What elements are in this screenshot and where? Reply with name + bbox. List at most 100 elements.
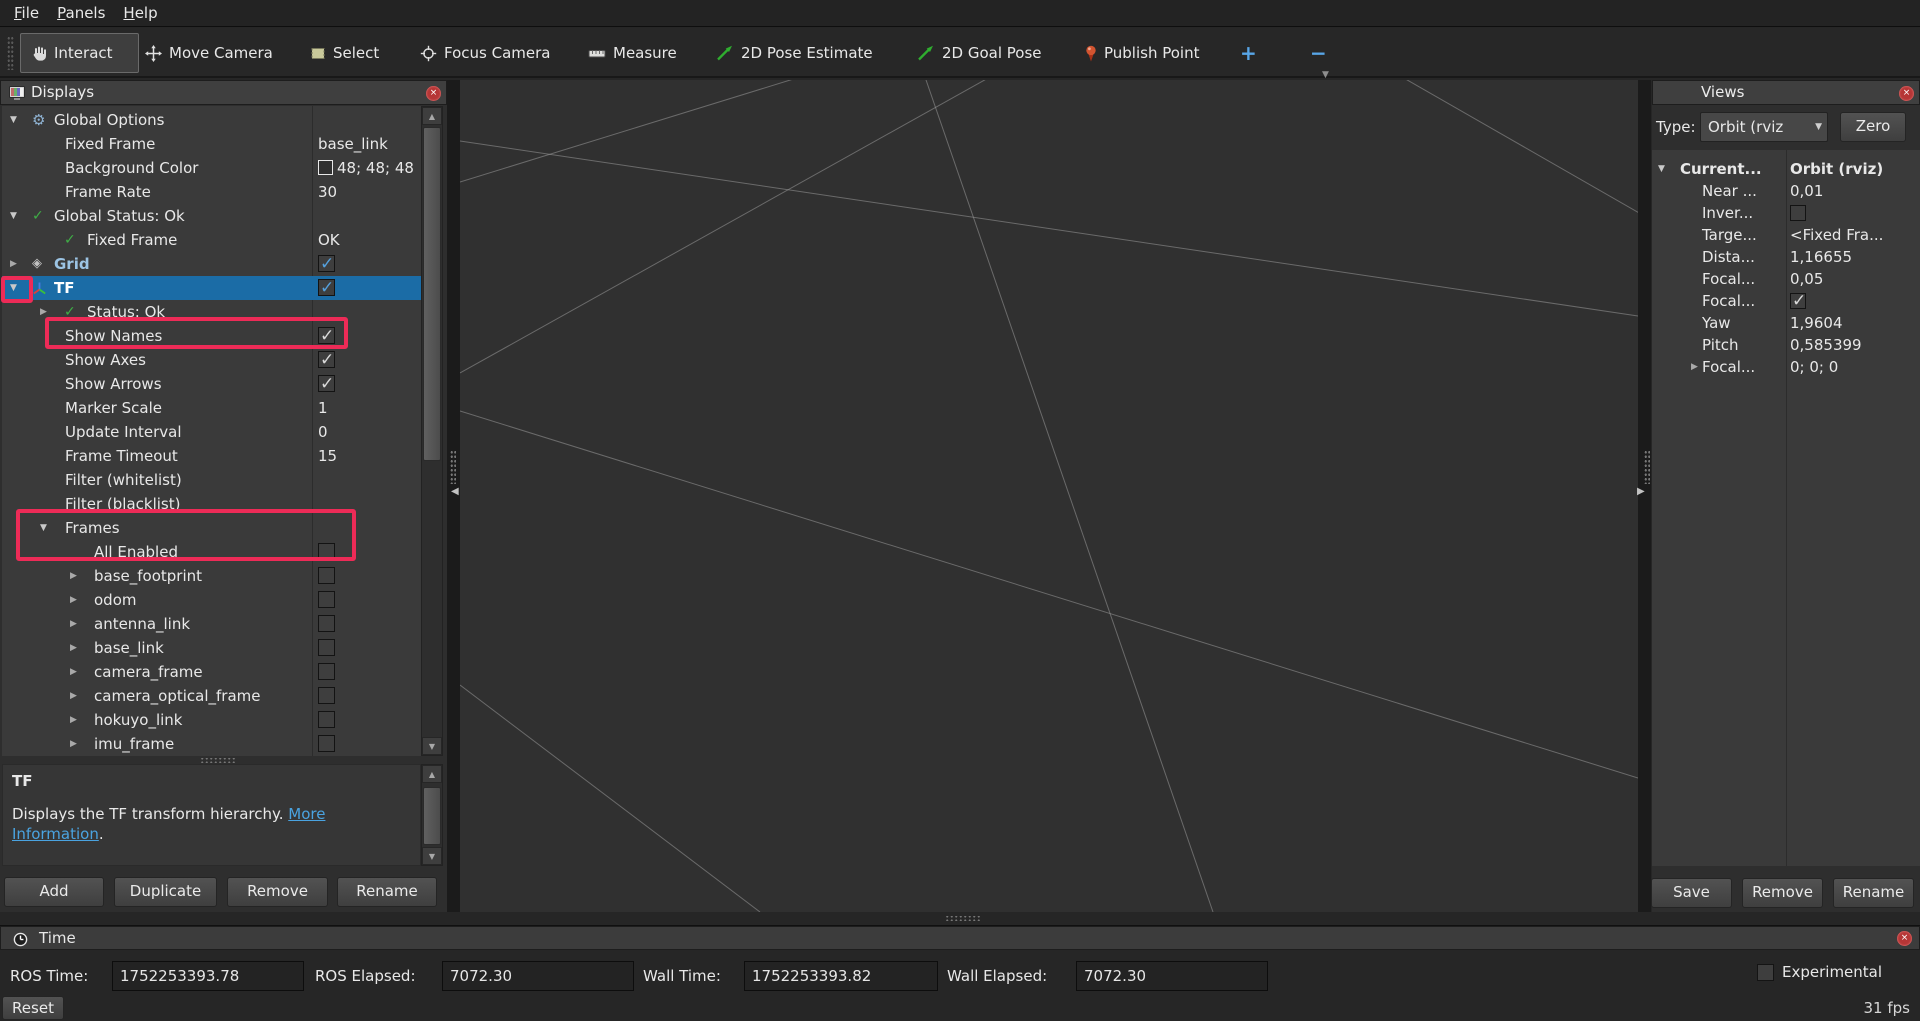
displays-row-imu-frame[interactable]: ▶imu_frame (2, 732, 421, 756)
tool-2d-pose-estimate[interactable]: 2D Pose Estimate (716, 33, 873, 73)
expander-closed-icon[interactable]: ▶ (70, 564, 77, 588)
displays-row-odom[interactable]: ▶odom (2, 588, 421, 612)
time-title-bar[interactable]: Time × (0, 926, 1920, 950)
expander-open-icon[interactable]: ▼ (10, 276, 17, 300)
row-checkbox[interactable] (318, 687, 335, 704)
views-row-current-0[interactable]: ▼Current...Orbit (rviz) (1652, 158, 1920, 180)
expander-open-icon[interactable]: ▼ (1658, 158, 1665, 180)
displays-row-show-names[interactable]: Show Names (2, 324, 421, 348)
time-close-icon[interactable]: × (1897, 931, 1912, 946)
row-checkbox[interactable] (1790, 205, 1806, 221)
scroll-down-icon[interactable]: ▼ (422, 847, 442, 865)
displays-row-frame-rate[interactable]: Frame Rate30 (2, 180, 421, 204)
duplicate-button[interactable]: Duplicate (114, 877, 217, 907)
left-splitter-dots[interactable] (450, 450, 456, 484)
experimental-checkbox[interactable] (1757, 964, 1774, 981)
displays-row-camera-optical-frame[interactable]: ▶camera_optical_frame (2, 684, 421, 708)
displays-row-status-ok[interactable]: ▶✓Status: Ok (2, 300, 421, 324)
displays-scrollbar[interactable]: ▲ ▼ (421, 106, 443, 756)
expander-closed-icon[interactable]: ▶ (70, 684, 77, 708)
views-row-near-1[interactable]: Near ...0,01 (1652, 180, 1920, 202)
views-row-focal-5[interactable]: Focal...0,05 (1652, 268, 1920, 290)
views-row-pitch-8[interactable]: Pitch0,585399 (1652, 334, 1920, 356)
views-row-targe-3[interactable]: Targe...<Fixed Fra... (1652, 224, 1920, 246)
zero-button[interactable]: Zero (1840, 112, 1906, 142)
scroll-up-icon[interactable]: ▲ (422, 107, 442, 125)
displays-row-fixed-frame[interactable]: ✓Fixed FrameOK (2, 228, 421, 252)
row-checkbox[interactable] (318, 375, 335, 392)
row-value[interactable]: base_link (318, 132, 419, 156)
views-row-inver-2[interactable]: Inver... (1652, 202, 1920, 224)
expander-closed-icon[interactable]: ▶ (10, 252, 17, 276)
displays-row-all-enabled[interactable]: All Enabled (2, 540, 421, 564)
displays-close-icon[interactable]: × (426, 86, 441, 101)
expander-closed-icon[interactable]: ▶ (70, 660, 77, 684)
displays-row-base-link[interactable]: ▶base_link (2, 636, 421, 660)
tool-move-camera[interactable]: Move Camera (145, 33, 273, 73)
expander-closed-icon[interactable]: ▶ (70, 588, 77, 612)
views-row-dista-4[interactable]: Dista...1,16655 (1652, 246, 1920, 268)
row-value[interactable]: 0,05 (1790, 268, 1918, 290)
rename-button[interactable]: Rename (337, 877, 437, 907)
row-value[interactable]: <Fixed Fra... (1790, 224, 1918, 246)
view-type-dropdown[interactable]: Orbit (rviz ▼ (1700, 112, 1828, 142)
row-value[interactable]: 1,16655 (1790, 246, 1918, 268)
expander-open-icon[interactable]: ▼ (10, 204, 17, 228)
description-scrollbar[interactable]: ▲ ▼ (421, 764, 443, 866)
views-rename-button[interactable]: Rename (1833, 878, 1914, 908)
scroll-down-icon[interactable]: ▼ (422, 737, 442, 755)
displays-row-frame-timeout[interactable]: Frame Timeout15 (2, 444, 421, 468)
description-splitter-dots[interactable] (200, 757, 236, 763)
menu-help[interactable]: Help (123, 4, 157, 22)
expander-closed-icon[interactable]: ▶ (70, 636, 77, 660)
displays-row-hokuyo-link[interactable]: ▶hokuyo_link (2, 708, 421, 732)
views-row-focal-9[interactable]: ▶Focal...0; 0; 0 (1652, 356, 1920, 378)
row-checkbox[interactable] (318, 711, 335, 728)
tool-select[interactable]: Select (310, 33, 379, 73)
expander-open-icon[interactable]: ▼ (40, 516, 47, 540)
row-value[interactable]: 0,585399 (1790, 334, 1918, 356)
row-checkbox[interactable] (318, 639, 335, 656)
displays-row-tf[interactable]: ▼TF (2, 276, 421, 300)
displays-row-antenna-link[interactable]: ▶antenna_link (2, 612, 421, 636)
views-remove-button[interactable]: Remove (1742, 878, 1823, 908)
displays-row-marker-scale[interactable]: Marker Scale1 (2, 396, 421, 420)
row-checkbox[interactable] (318, 327, 335, 344)
expander-closed-icon[interactable]: ▶ (70, 612, 77, 636)
ros-time-field[interactable]: 1752253393.78 (112, 961, 304, 991)
row-value[interactable]: 1,9604 (1790, 312, 1918, 334)
displays-title-bar[interactable]: Displays × (0, 80, 447, 105)
scrollbar-thumb[interactable] (423, 787, 441, 845)
tool-2d-goal-pose[interactable]: 2D Goal Pose (917, 33, 1042, 73)
row-value[interactable]: 0 (318, 420, 419, 444)
row-value[interactable]: 30 (318, 180, 419, 204)
collapse-left-arrow-icon[interactable]: ◀ (451, 486, 459, 497)
scrollbar-thumb[interactable] (423, 127, 441, 461)
row-value[interactable]: OK (318, 228, 419, 252)
displays-row-show-arrows[interactable]: Show Arrows (2, 372, 421, 396)
reset-button[interactable]: Reset (2, 996, 64, 1020)
displays-row-grid[interactable]: ▶◈Grid (2, 252, 421, 276)
views-row-focal-6[interactable]: Focal... (1652, 290, 1920, 312)
bottom-splitter-dots[interactable] (945, 915, 981, 921)
remove-button[interactable]: Remove (227, 877, 328, 907)
tool-interact[interactable]: Interact (20, 33, 139, 73)
row-checkbox[interactable] (318, 279, 335, 296)
wall-elapsed-field[interactable]: 7072.30 (1076, 961, 1268, 991)
row-value[interactable]: 48; 48; 48 (318, 156, 419, 180)
displays-row-update-interval[interactable]: Update Interval0 (2, 420, 421, 444)
row-checkbox[interactable] (318, 663, 335, 680)
row-checkbox[interactable] (318, 567, 335, 584)
wall-time-field[interactable]: 1752253393.82 (744, 961, 938, 991)
expander-closed-icon[interactable]: ▶ (1691, 356, 1698, 378)
displays-row-background-color[interactable]: Background Color48; 48; 48 (2, 156, 421, 180)
toolbar-drag-handle[interactable] (7, 36, 14, 70)
row-value[interactable]: 0; 0; 0 (1790, 356, 1918, 378)
row-checkbox[interactable] (318, 591, 335, 608)
displays-row-filter-whitelist[interactable]: Filter (whitelist) (2, 468, 421, 492)
expander-closed-icon[interactable]: ▶ (40, 300, 47, 324)
row-value[interactable]: 0,01 (1790, 180, 1918, 202)
expander-closed-icon[interactable]: ▶ (70, 708, 77, 732)
tool-publish-point[interactable]: Publish Point (1085, 33, 1199, 73)
menu-panels[interactable]: Panels (57, 4, 105, 22)
